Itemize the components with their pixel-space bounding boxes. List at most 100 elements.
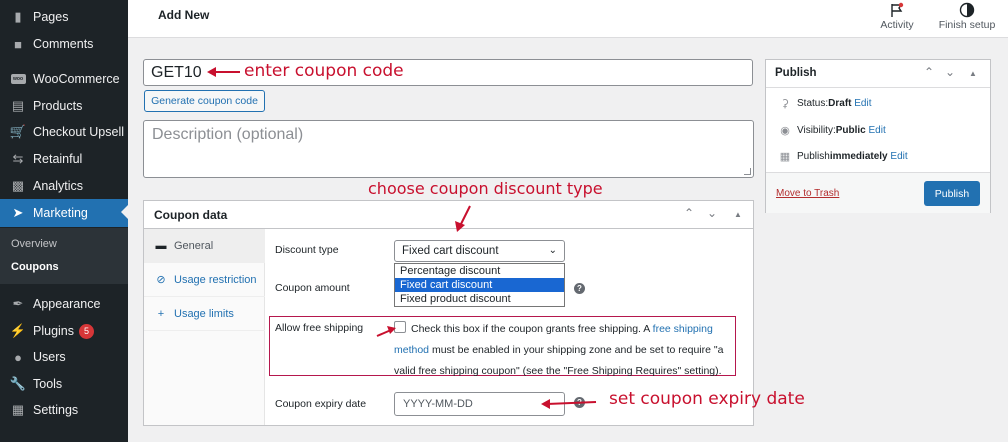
edit-status-link[interactable]: Edit bbox=[854, 98, 871, 109]
products-icon: ▤ bbox=[11, 98, 25, 113]
option-fixed-product-discount[interactable]: Fixed product discount bbox=[395, 292, 564, 306]
schedule-row: ▦ Publish immediately Edit bbox=[778, 150, 908, 163]
sidebar-item-settings[interactable]: ▦ Settings bbox=[0, 397, 128, 423]
move-to-trash-link[interactable]: Move to Trash bbox=[776, 188, 839, 199]
coupon-description-textarea[interactable]: Description (optional) bbox=[143, 120, 754, 178]
marketing-icon: ➤ bbox=[12, 205, 24, 220]
visibility-row: ◉ Visibility: Public Edit bbox=[778, 124, 886, 137]
pin-icon: ⚳ bbox=[780, 98, 790, 110]
help-icon[interactable]: ? bbox=[574, 283, 585, 294]
generate-coupon-button[interactable]: Generate coupon code bbox=[144, 90, 265, 112]
comments-icon: ■ bbox=[14, 36, 22, 52]
admin-sidebar: ▮ Pages ■ Comments woo WooCommerce ▤ Pro… bbox=[0, 0, 128, 442]
schedule-label: Publish bbox=[797, 151, 830, 162]
expiry-date-label: Coupon expiry date bbox=[275, 398, 367, 410]
users-icon: ● bbox=[14, 349, 22, 365]
option-fixed-cart-discount[interactable]: Fixed cart discount bbox=[395, 278, 564, 292]
eye-icon: ◉ bbox=[780, 125, 790, 137]
cart-icon: 🛒 bbox=[9, 124, 27, 139]
status-value: Draft bbox=[828, 98, 852, 109]
sidebar-item-analytics[interactable]: ▩ Analytics bbox=[0, 173, 128, 199]
sidebar-item-users[interactable]: ● Users bbox=[0, 344, 128, 370]
description-placeholder: Description (optional) bbox=[152, 126, 304, 143]
sidebar-item-label: Comments bbox=[33, 37, 94, 51]
submenu-overview[interactable]: Overview bbox=[11, 238, 57, 250]
tab-usage-limits[interactable]: + Usage limits bbox=[144, 297, 265, 331]
chevron-down-icon: ⌄ bbox=[548, 245, 557, 256]
retainful-icon: ⇆ bbox=[12, 151, 24, 166]
sidebar-item-label: Plugins bbox=[33, 324, 74, 338]
sidebar-item-label: Appearance bbox=[33, 297, 101, 311]
edit-schedule-link[interactable]: Edit bbox=[890, 151, 907, 162]
discount-type-label: Discount type bbox=[275, 244, 339, 256]
expiry-date-placeholder: YYYY-MM-DD bbox=[403, 398, 473, 410]
chevron-down-icon[interactable]: ⌄ bbox=[707, 206, 717, 220]
sidebar-item-label: Products bbox=[33, 99, 83, 113]
flag-icon bbox=[891, 2, 904, 17]
status-label: Status: bbox=[797, 98, 829, 109]
annotation-expiry-date: set coupon expiry date bbox=[609, 389, 805, 409]
toggle-panel-icon[interactable]: ▲ bbox=[734, 210, 742, 219]
coupon-data-title: Coupon data bbox=[154, 208, 228, 222]
sidebar-item-label: Users bbox=[33, 350, 66, 364]
settings-icon: ▦ bbox=[11, 402, 25, 417]
free-shipping-label: Allow free shipping bbox=[275, 322, 364, 334]
annotation-enter-code: enter coupon code bbox=[244, 61, 404, 81]
discount-type-value: Fixed cart discount bbox=[402, 245, 499, 257]
plugins-icon: ⚡ bbox=[9, 323, 27, 338]
calendar-icon: ▦ bbox=[779, 151, 791, 163]
publish-button[interactable]: Publish bbox=[924, 181, 980, 206]
pages-icon: ▮ bbox=[14, 9, 22, 24]
appearance-icon: ✒ bbox=[12, 296, 24, 311]
coupon-data-header: Coupon data ⌃ ⌄ ▲ bbox=[144, 201, 753, 229]
page-header: Add New Activity Finish setup bbox=[128, 0, 1008, 38]
option-percentage-discount[interactable]: Percentage discount bbox=[395, 264, 564, 278]
woocommerce-icon: woo bbox=[8, 74, 28, 84]
chevron-up-icon[interactable]: ⌃ bbox=[924, 65, 934, 79]
publish-title: Publish bbox=[775, 67, 817, 79]
sidebar-item-pages[interactable]: ▮ Pages bbox=[0, 4, 128, 30]
tab-usage-restriction[interactable]: ⊘ Usage restriction bbox=[144, 263, 265, 297]
tab-general[interactable]: ▬ General bbox=[144, 229, 265, 263]
sidebar-item-label: Settings bbox=[33, 403, 79, 417]
chevron-down-icon[interactable]: ⌄ bbox=[945, 65, 955, 79]
sidebar-item-products[interactable]: ▤ Products bbox=[0, 93, 128, 119]
tab-label: Usage restriction bbox=[174, 273, 257, 286]
submenu-coupons[interactable]: Coupons bbox=[11, 261, 59, 273]
toggle-panel-icon[interactable]: ▲ bbox=[969, 69, 977, 78]
finish-setup-button[interactable]: Finish setup bbox=[934, 2, 1000, 31]
plugins-update-badge: 5 bbox=[79, 323, 94, 339]
sidebar-item-label: Pages bbox=[33, 10, 69, 24]
sidebar-item-label: WooCommerce bbox=[33, 72, 120, 86]
status-row: ⚳ Status: Draft Edit bbox=[778, 97, 872, 110]
discount-type-select[interactable]: Fixed cart discount ⌄ bbox=[394, 240, 565, 262]
schedule-value: immediately bbox=[829, 151, 888, 162]
resize-handle[interactable] bbox=[744, 168, 751, 175]
sidebar-item-appearance[interactable]: ✒ Appearance bbox=[0, 291, 128, 317]
marketing-submenu: Overview Coupons bbox=[0, 228, 128, 284]
chevron-up-icon[interactable]: ⌃ bbox=[684, 206, 694, 220]
discount-type-dropdown: Percentage discount Fixed cart discount … bbox=[394, 263, 565, 307]
plus-icon: + bbox=[157, 307, 165, 320]
visibility-value: Public bbox=[835, 125, 866, 136]
free-shipping-text: Check this box if the coupon grants free… bbox=[411, 323, 653, 335]
coupon-data-tabs: ▬ General ⊘ Usage restriction + Usage li… bbox=[144, 229, 265, 425]
sidebar-item-label: Tools bbox=[33, 377, 63, 391]
sidebar-item-plugins[interactable]: ⚡ Plugins 5 bbox=[0, 318, 128, 344]
sidebar-item-checkout-upsell[interactable]: 🛒 Checkout Upsell bbox=[0, 119, 128, 145]
coupon-code-input[interactable]: GET10 bbox=[143, 59, 753, 86]
finish-setup-label: Finish setup bbox=[938, 19, 996, 31]
sidebar-item-tools[interactable]: 🔧 Tools bbox=[0, 371, 128, 397]
visibility-label: Visibility: bbox=[797, 125, 836, 136]
sidebar-item-retainful[interactable]: ⇆ Retainful bbox=[0, 146, 128, 172]
help-icon[interactable]: ? bbox=[574, 397, 585, 408]
sidebar-item-marketing[interactable]: ➤ Marketing bbox=[0, 199, 128, 227]
sidebar-item-label: Analytics bbox=[33, 179, 84, 193]
free-shipping-description: Check this box if the coupon grants free… bbox=[394, 319, 724, 382]
expiry-date-input[interactable]: YYYY-MM-DD bbox=[394, 392, 565, 416]
activity-button[interactable]: Activity bbox=[872, 2, 922, 31]
coupon-amount-label: Coupon amount bbox=[275, 282, 350, 294]
sidebar-item-comments[interactable]: ■ Comments bbox=[0, 31, 128, 57]
edit-visibility-link[interactable]: Edit bbox=[869, 125, 886, 136]
sidebar-item-woocommerce[interactable]: woo WooCommerce bbox=[0, 66, 128, 92]
